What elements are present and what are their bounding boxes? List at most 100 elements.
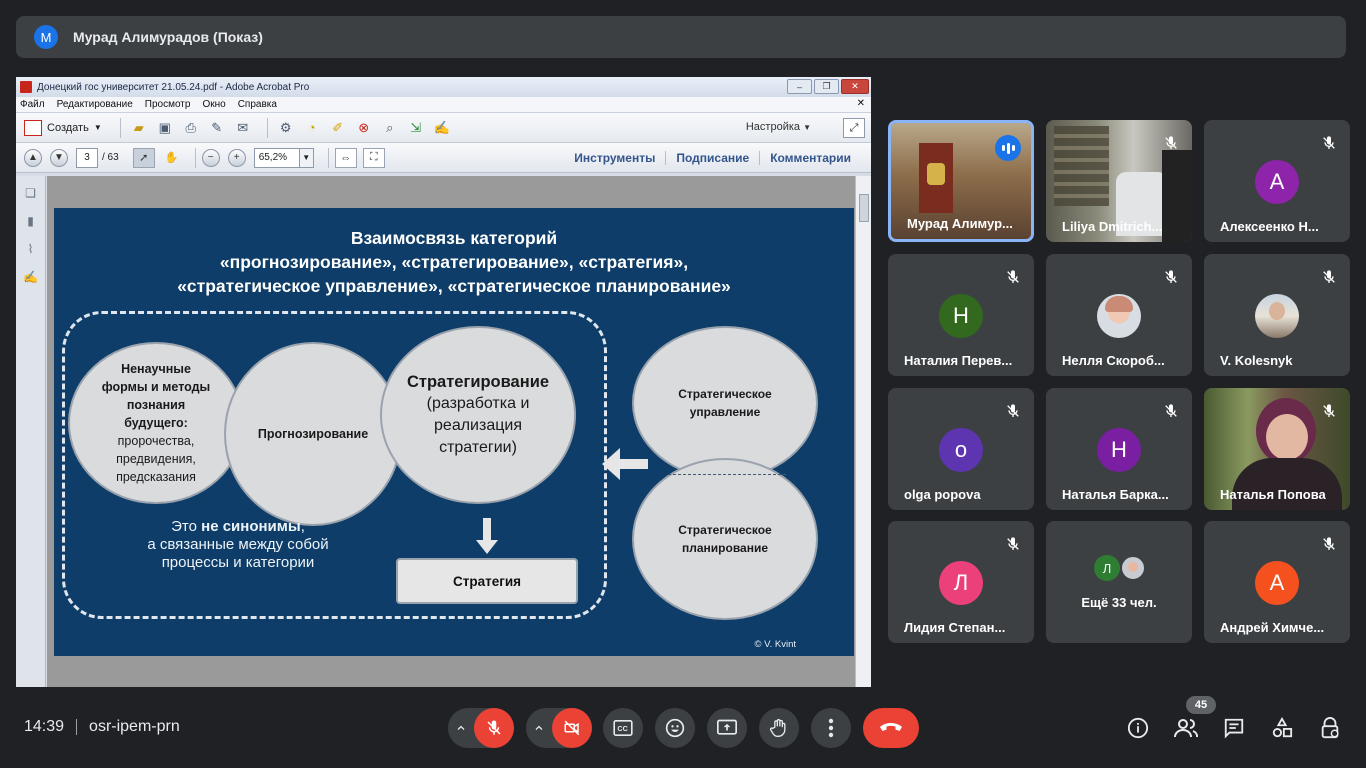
participant-name: Нелля Скороб... — [1062, 353, 1165, 368]
participant-tile[interactable]: Н Наталия Перев... — [888, 254, 1034, 376]
slide-title-line1: Взаимосвязь категорий — [350, 228, 558, 248]
page-total: / 63 — [102, 152, 119, 163]
speaking-indicator-icon — [995, 135, 1021, 161]
participant-tile[interactable]: Нелля Скороб... — [1046, 254, 1192, 376]
c1-text2: формы и методы — [101, 380, 211, 394]
end-call-button[interactable] — [863, 708, 919, 748]
participant-tile[interactable]: V. Kolesnyk — [1204, 254, 1350, 376]
tools-link[interactable]: Инструменты — [564, 151, 665, 165]
participant-tile[interactable]: А Алексеенко Н... — [1204, 120, 1350, 242]
c3-text2: (разработка и — [426, 395, 530, 412]
chevron-up-icon[interactable] — [526, 708, 552, 748]
page-number-input[interactable]: 3 — [76, 147, 98, 168]
note-suffix: , — [300, 518, 305, 535]
sign-link[interactable]: Подписание — [665, 151, 759, 165]
circle-forecasting: Прогнозирование — [224, 342, 402, 526]
menu-view[interactable]: Просмотр — [145, 99, 191, 110]
meeting-code: osr-ipem-prn — [89, 718, 180, 735]
delete-page-icon[interactable]: ⊗ — [354, 119, 374, 137]
fit-page-icon[interactable]: ⛶ — [362, 147, 385, 168]
participant-tile[interactable]: Наталья Попова — [1204, 388, 1350, 510]
bookmark-icon[interactable]: ▮ — [23, 212, 39, 230]
email-icon[interactable]: ✉ — [233, 119, 253, 137]
more-options-button[interactable] — [811, 708, 851, 748]
settings-dropdown[interactable]: Настройка ▼ — [746, 121, 811, 133]
zoom-in-icon[interactable]: + — [227, 148, 246, 167]
host-controls-icon[interactable] — [1318, 716, 1342, 740]
avatar: Л — [939, 561, 983, 605]
activities-icon[interactable] — [1270, 716, 1294, 740]
participant-tile[interactable]: А Андрей Химче... — [1204, 521, 1350, 643]
highlight-icon[interactable]: ✐ — [328, 119, 348, 137]
participant-tile[interactable]: o olga popova — [888, 388, 1034, 510]
comments-link[interactable]: Комментарии — [759, 151, 861, 165]
edit-icon[interactable]: ✎ — [207, 119, 227, 137]
export-icon[interactable]: ⇲ — [406, 119, 426, 137]
mic-off-icon — [1318, 266, 1340, 288]
menu-window[interactable]: Окно — [202, 99, 225, 110]
present-button[interactable] — [707, 708, 747, 748]
page-up-icon[interactable]: ▲ — [24, 148, 42, 167]
menu-file[interactable]: Файл — [20, 99, 45, 110]
c1-text5: пророчества, — [117, 434, 195, 448]
c1-text1: Ненаучные — [121, 362, 191, 376]
chevron-up-icon[interactable] — [448, 708, 474, 748]
chat-icon[interactable] — [1222, 716, 1246, 740]
more-participants-tile[interactable]: Л Ещё 33 чел. — [1046, 521, 1192, 643]
avatar: Н — [939, 294, 983, 338]
vertical-scrollbar[interactable] — [855, 176, 871, 687]
pages-icon[interactable]: ❏ — [23, 184, 39, 202]
restore-icon[interactable]: ❐ — [814, 79, 839, 94]
create-button[interactable]: Создать ▼ — [24, 119, 102, 136]
participant-tile[interactable]: Мурад Алимур... — [888, 120, 1034, 242]
participant-tile[interactable]: Л Лидия Степан... — [888, 521, 1034, 643]
svg-text:CC: CC — [617, 724, 627, 733]
select-tool-icon[interactable]: ➚ — [132, 147, 155, 168]
info-icon[interactable] — [1126, 716, 1150, 740]
form-icon[interactable]: ✍ — [432, 119, 452, 137]
signature-icon[interactable]: ✍ — [23, 268, 39, 286]
camera-off-button[interactable] — [552, 708, 592, 748]
minimize-icon[interactable]: – — [787, 79, 812, 94]
presenter-avatar: М — [34, 25, 58, 49]
avatar: Л — [1094, 555, 1120, 581]
open-folder-icon[interactable]: ▰ — [129, 119, 149, 137]
slide-title-line2: «прогнозирование», «стратегирование», «с… — [219, 252, 689, 272]
mic-off-icon — [1318, 400, 1340, 422]
avatar-photo — [1097, 294, 1141, 338]
more-participants-label: Ещё 33 чел. — [1081, 595, 1157, 610]
emoji-button[interactable] — [655, 708, 695, 748]
search-doc-icon[interactable]: ⌕ — [380, 119, 400, 137]
zoom-input[interactable]: 65,2% ▼ — [253, 147, 314, 168]
mic-off-icon — [1318, 533, 1340, 555]
document-canvas[interactable]: Взаимосвязь категорий «прогнозирование»,… — [47, 176, 855, 687]
people-icon[interactable] — [1174, 716, 1198, 740]
mic-off-button[interactable] — [474, 708, 514, 748]
participant-name: Лидия Степан... — [904, 620, 1006, 635]
participant-name: Алексеенко Н... — [1220, 219, 1319, 234]
save-icon[interactable]: ▣ — [155, 119, 175, 137]
zoom-out-icon[interactable]: − — [201, 148, 220, 167]
presentation-area[interactable]: Донецкий гос университет 21.05.24.pdf - … — [16, 77, 871, 687]
menu-close-icon[interactable]: ✕ — [857, 98, 865, 109]
close-icon[interactable]: ✕ — [841, 79, 869, 94]
gear-icon[interactable]: ⚙ — [276, 119, 296, 137]
print-icon[interactable]: ⎙ — [181, 119, 201, 137]
menu-help[interactable]: Справка — [238, 99, 277, 110]
c1-text7: предсказания — [116, 470, 196, 484]
fit-width-icon[interactable]: ⇔ — [334, 147, 357, 168]
raise-hand-button[interactable] — [759, 708, 799, 748]
participant-tile[interactable]: Н Наталья Барка... — [1046, 388, 1192, 510]
mic-off-icon — [1002, 533, 1024, 555]
attachment-icon[interactable]: ⌇ — [23, 240, 39, 258]
comment-icon[interactable]: ◔ — [302, 119, 322, 137]
hand-tool-icon[interactable]: ✋ — [161, 148, 183, 168]
captions-button[interactable]: CC — [603, 708, 643, 748]
expand-icon[interactable]: ⤢ — [843, 118, 865, 138]
scroll-thumb[interactable] — [859, 194, 869, 222]
menu-edit[interactable]: Редактирование — [57, 99, 133, 110]
avatar: А — [1255, 561, 1299, 605]
participant-tile[interactable]: Liliya Dmitrich... — [1046, 120, 1192, 242]
mic-off-icon — [1160, 266, 1182, 288]
page-down-icon[interactable]: ▼ — [50, 148, 68, 167]
